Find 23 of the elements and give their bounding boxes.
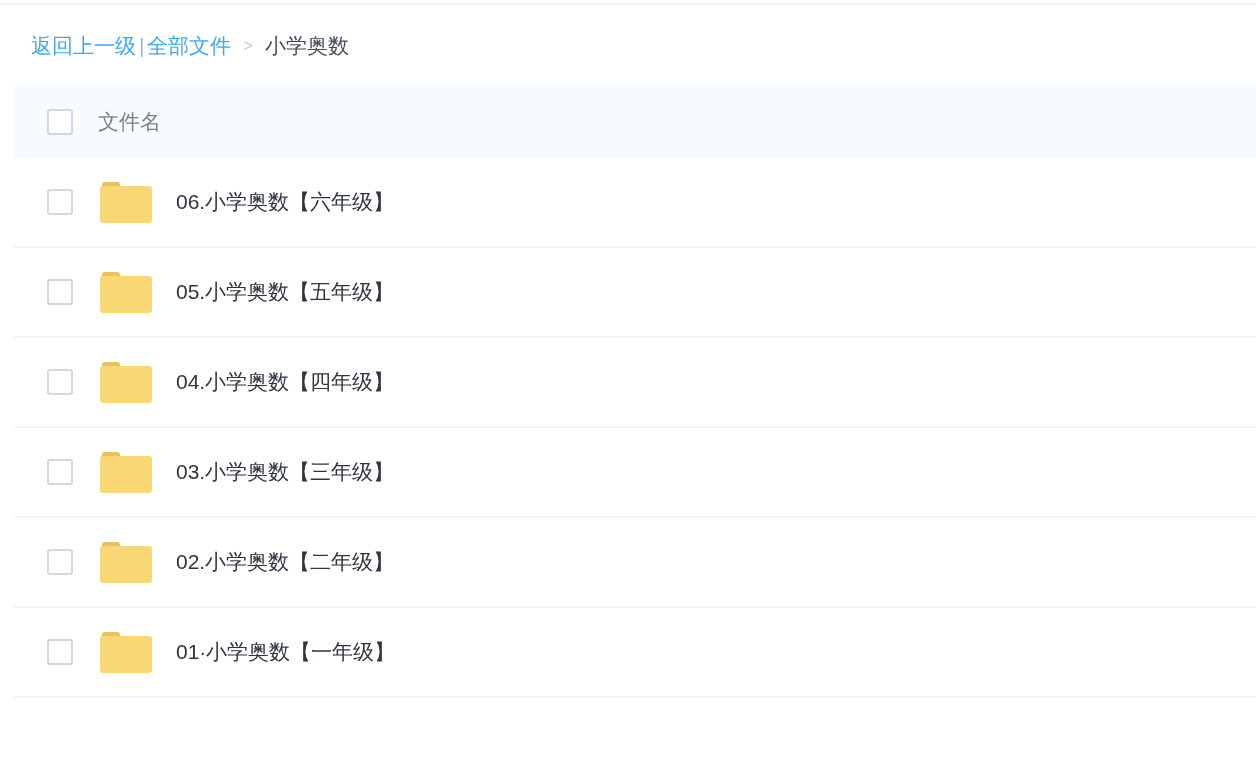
- checkbox[interactable]: [47, 549, 73, 575]
- breadcrumb-arrow: >: [243, 36, 253, 56]
- folder-name[interactable]: 01·小学奥数【一年级】: [176, 636, 396, 668]
- checkbox[interactable]: [47, 639, 73, 665]
- column-header: 文件名: [98, 109, 161, 136]
- checkbox[interactable]: [47, 459, 73, 485]
- folder-icon: [100, 181, 152, 223]
- checkbox[interactable]: [47, 369, 73, 395]
- folder-icon: [100, 541, 152, 583]
- checkbox[interactable]: [47, 189, 73, 215]
- breadcrumb-separator: |: [139, 33, 145, 60]
- folder-name[interactable]: 06.小学奥数【六年级】: [176, 186, 395, 218]
- folder-name[interactable]: 02.小学奥数【二年级】: [176, 546, 395, 578]
- folder-name[interactable]: 04.小学奥数【四年级】: [176, 366, 395, 398]
- folder-name[interactable]: 03.小学奥数【三年级】: [176, 456, 395, 488]
- current-folder: 小学奥数: [264, 33, 349, 60]
- folder-icon: [100, 631, 152, 673]
- checkbox[interactable]: [47, 279, 73, 305]
- checkbox[interactable]: [47, 109, 73, 135]
- folder-name[interactable]: 05.小学奥数【五年级】: [176, 276, 395, 308]
- folder-icon: [100, 451, 152, 493]
- folder-icon: [100, 271, 152, 313]
- folder-icon: [100, 361, 152, 403]
